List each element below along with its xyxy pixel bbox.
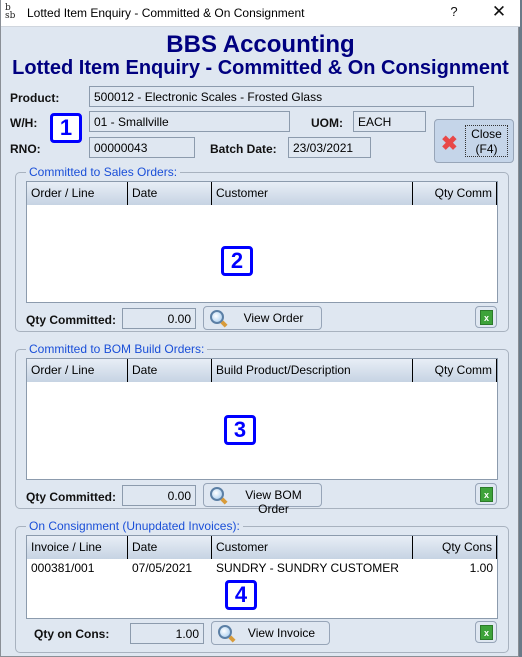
close-button-caption: Close (F4)	[465, 125, 508, 157]
qty-cons-cell: 1.00	[469, 561, 493, 575]
bom-orders-group: Committed to BOM Build Orders: Order / L…	[15, 342, 509, 516]
excel-icon: x	[480, 487, 493, 502]
consignment-grid-header: Invoice / Line Date Customer Qty Cons	[27, 536, 497, 559]
consignment-export-excel-button[interactable]: x	[475, 621, 497, 643]
window-title: Lotted Item Enquiry - Committed & On Con…	[27, 6, 305, 20]
close-label: Close	[471, 127, 502, 141]
warehouse-field[interactable]: 01 - Smallville	[89, 111, 290, 132]
excel-icon: x	[480, 310, 493, 325]
bom-export-excel-button[interactable]: x	[475, 483, 497, 505]
view-bom-order-label: View BOM Order	[245, 488, 302, 516]
qty-on-cons-label: Qty on Cons:	[34, 627, 110, 641]
view-invoice-button[interactable]: View Invoice	[211, 621, 330, 645]
window-close-button[interactable]: ✕	[489, 2, 509, 22]
close-button[interactable]: ✖ Close (F4)	[434, 119, 514, 163]
uom-label: UOM:	[311, 116, 343, 130]
qty-on-cons-field[interactable]: 1.00	[130, 623, 204, 644]
bom-orders-grid-header: Order / Line Date Build Product/Descript…	[27, 359, 497, 382]
lotted-item-enquiry-window: b sb Lotted Item Enquiry - Committed & On…	[0, 0, 520, 657]
bom-qty-committed-label: Qty Committed:	[26, 490, 116, 504]
column-header-qty-comm[interactable]: Qty Comm	[413, 359, 497, 382]
view-order-label: View Order	[243, 311, 304, 325]
consignment-group-title: On Consignment (Unupdated Invoices):	[26, 519, 243, 533]
sales-orders-grid[interactable]: Order / Line Date Customer Qty Comm 2	[26, 181, 498, 303]
column-header-invoice-line[interactable]: Invoice / Line	[27, 536, 128, 559]
warehouse-label: W/H:	[10, 116, 38, 130]
close-x-icon: ✖	[441, 133, 458, 155]
view-invoice-label: View Invoice	[247, 626, 316, 640]
annotation-marker-2: 2	[221, 246, 253, 276]
sales-export-excel-button[interactable]: x	[475, 306, 497, 328]
sales-orders-group-title: Committed to Sales Orders:	[26, 165, 181, 179]
consignment-group: On Consignment (Unupdated Invoices): Inv…	[15, 519, 509, 653]
column-header-date[interactable]: Date	[128, 182, 212, 205]
sales-qty-committed-label: Qty Committed:	[26, 313, 116, 327]
magnifier-handle	[228, 635, 236, 643]
annotation-marker-1: 1	[50, 113, 82, 143]
column-header-build-product[interactable]: Build Product/Description	[212, 359, 413, 382]
table-row[interactable]: 000381/001 07/05/2021 SUNDRY - SUNDRY CU…	[27, 559, 497, 576]
sales-orders-group: Committed to Sales Orders: Order / Line …	[15, 165, 509, 332]
customer-cell: SUNDRY - SUNDRY CUSTOMER	[216, 561, 399, 575]
batch-date-label: Batch Date:	[210, 142, 277, 156]
bom-orders-grid[interactable]: Order / Line Date Build Product/Descript…	[26, 358, 498, 480]
magnifier-handle	[220, 497, 228, 505]
annotation-marker-4: 4	[225, 580, 257, 610]
column-header-date[interactable]: Date	[128, 359, 212, 382]
bom-qty-committed-field[interactable]: 0.00	[122, 485, 196, 506]
sales-orders-grid-header: Order / Line Date Customer Qty Comm	[27, 182, 497, 205]
annotation-marker-3: 3	[224, 415, 256, 445]
magnifier-handle	[220, 320, 228, 328]
bbs-logo-icon: b sb	[5, 3, 16, 21]
view-order-button[interactable]: View Order	[203, 306, 322, 330]
uom-field[interactable]: EACH	[353, 111, 426, 132]
product-label: Product:	[10, 91, 60, 105]
app-heading: BBS Accounting	[166, 31, 355, 58]
rno-label: RNO:	[10, 142, 41, 156]
column-header-customer[interactable]: Customer	[212, 536, 413, 559]
rno-field[interactable]: 00000043	[89, 137, 195, 158]
excel-icon: x	[480, 625, 493, 640]
view-bom-order-button[interactable]: View BOM Order	[203, 483, 322, 516]
date-cell: 07/05/2021	[132, 561, 193, 575]
column-header-qty-cons[interactable]: Qty Cons	[413, 536, 497, 559]
consignment-grid[interactable]: Invoice / Line Date Customer Qty Cons 00…	[26, 535, 498, 619]
title-bar: b sb Lotted Item Enquiry - Committed & On…	[1, 0, 520, 27]
batch-date-field[interactable]: 23/03/2021	[288, 137, 371, 158]
help-button[interactable]: ?	[447, 4, 461, 19]
bom-orders-group-title: Committed to BOM Build Orders:	[26, 342, 208, 356]
page-heading: Lotted Item Enquiry - Committed & On Con…	[12, 57, 509, 79]
column-header-qty-comm[interactable]: Qty Comm	[413, 182, 497, 205]
close-shortcut: (F4)	[475, 142, 498, 156]
column-header-order-line[interactable]: Order / Line	[27, 359, 128, 382]
column-header-date[interactable]: Date	[128, 536, 212, 559]
sales-qty-committed-field[interactable]: 0.00	[122, 308, 196, 329]
column-header-order-line[interactable]: Order / Line	[27, 182, 128, 205]
product-field[interactable]: 500012 - Electronic Scales - Frosted Gla…	[89, 86, 474, 107]
invoice-line-cell: 000381/001	[31, 561, 95, 575]
column-header-customer[interactable]: Customer	[212, 182, 413, 205]
